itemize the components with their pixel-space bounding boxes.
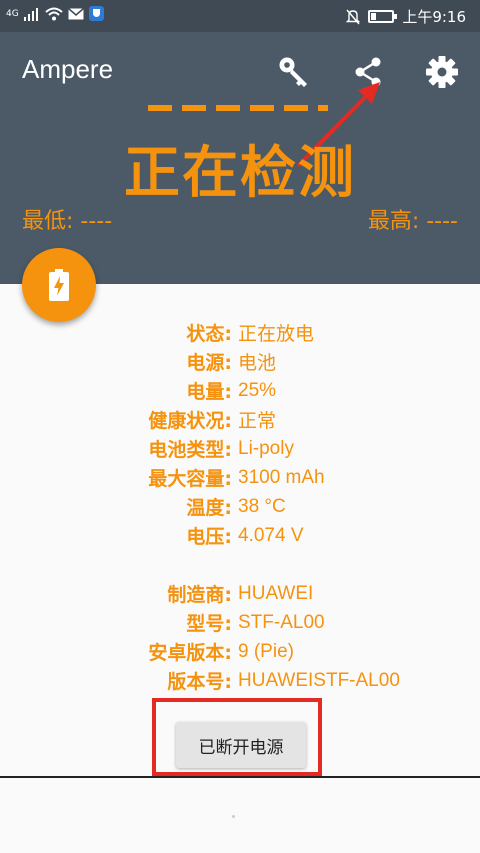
info-label: 电量: (186, 381, 232, 403)
bell-muted-icon (346, 9, 361, 24)
battery-fab[interactable] (22, 248, 96, 322)
info-row-temperature: 温度: 38 °C (0, 492, 480, 521)
info-row-health: 健康状况: 正常 (0, 405, 480, 434)
gear-icon (426, 56, 458, 88)
info-value: STF-AL00 (238, 611, 325, 633)
signal-icon (23, 7, 38, 21)
status-left: 4G (6, 6, 104, 21)
status-right: 上午9:16 (346, 6, 466, 27)
info-row-voltage: 电压: 4.074 V (0, 521, 480, 550)
measuring-status: 正在检测 (124, 141, 356, 206)
settings-button[interactable] (422, 52, 462, 92)
info-value: 正在放电 (238, 324, 315, 345)
info-value: Li-poly (238, 437, 294, 459)
max-value: 最高: ---- (367, 209, 458, 234)
battery-info-list: 状态: 正在放电 电源: 电池 电量: 25% 健康状况: 正常 电池类型: Li-pol… (0, 318, 480, 695)
info-label: 健康状况: (148, 410, 232, 432)
info-row-level: 电量: 25% (0, 376, 480, 405)
wifi-icon (45, 7, 63, 20)
info-row-android-version: 安卓版本: 9 (Pie) (0, 637, 480, 666)
info-label: 安卓版本: (148, 642, 232, 664)
info-value: HUAWEISTF-AL00 (238, 669, 400, 691)
info-value: 4.074 V (238, 524, 304, 546)
info-label: 型号: (186, 613, 232, 635)
info-row-capacity: 最大容量: 3100 mAh (0, 463, 480, 492)
mail-icon (67, 7, 84, 19)
info-label: 最大容量: (148, 468, 232, 490)
shield-icon (88, 6, 104, 21)
info-label: 状态: (186, 323, 232, 345)
info-label: 电压: (186, 526, 232, 548)
power-disconnected-button[interactable]: 已断开电源 (176, 722, 306, 768)
info-label: 制造商: (167, 584, 232, 606)
info-label: 版本号: (167, 671, 232, 693)
info-label: 电池类型: (148, 439, 232, 461)
info-value: 38 °C (238, 495, 286, 517)
info-row-power-source: 电源: 电池 (0, 347, 480, 376)
value-placeholder-dashes (148, 105, 328, 111)
info-row-manufacturer: 制造商: HUAWEI (0, 579, 480, 608)
highlight-box: 已断开电源 (152, 698, 322, 776)
info-row-battery-type: 电池类型: Li-poly (0, 434, 480, 463)
info-value: 3100 mAh (238, 466, 325, 488)
status-bar: 4G 上午9:16 (0, 0, 480, 32)
info-value: HUAWEI (238, 582, 314, 604)
info-label: 温度: (186, 497, 232, 519)
info-value: 电池 (238, 353, 277, 374)
info-row-status: 状态: 正在放电 (0, 318, 480, 347)
battery-charging-icon (49, 269, 69, 301)
clock: 上午9:16 (402, 8, 466, 26)
info-value: 正常 (238, 411, 277, 432)
info-value: 9 (Pie) (238, 640, 294, 662)
battery-icon (368, 10, 398, 23)
info-row-build-number: 版本号: HUAWEISTF-AL00 (0, 666, 480, 695)
info-value: 25% (238, 379, 277, 401)
info-label: 电源: (186, 352, 232, 374)
network-type: 4G (6, 8, 19, 19)
info-row-model: 型号: STF-AL00 (0, 608, 480, 637)
nav-dot (232, 815, 235, 818)
app-header: Ampere 正在检测 最低: ---- 最高: ---- (0, 32, 480, 284)
min-value: 最低: ---- (22, 209, 113, 234)
divider (0, 776, 480, 778)
app-title: Ampere (22, 54, 114, 84)
